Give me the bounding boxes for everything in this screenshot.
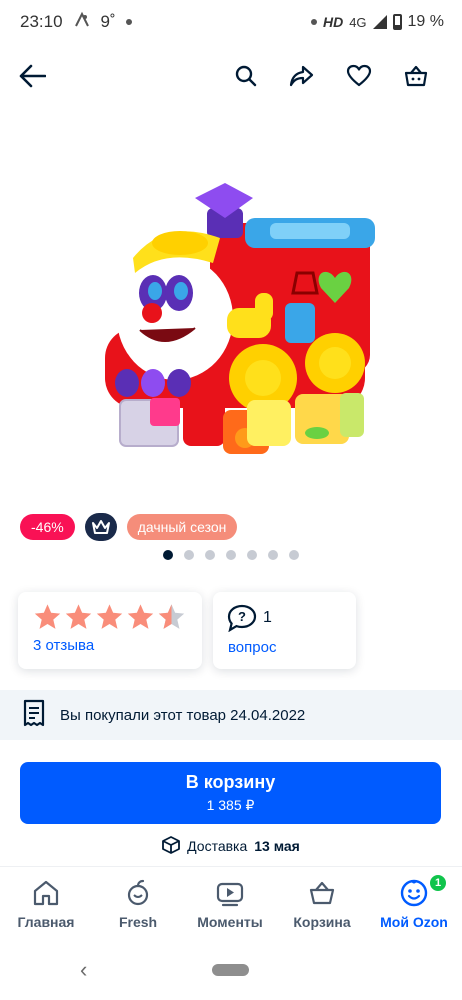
tab-label: Fresh [118,914,158,930]
delivery-date: 13 мая [254,838,300,854]
season-badge[interactable]: дачный сезон [126,514,238,540]
badges-row: -46% дачный сезон [20,513,238,541]
temperature: 9˚ [100,12,116,31]
top-nav [0,52,462,100]
notification-dot-icon [125,19,132,25]
star-icon [96,604,123,629]
tab-moments[interactable]: Моменты [190,877,270,930]
box-icon [162,835,181,857]
system-navigation-bar: ‹ [0,952,462,1000]
carousel-dot[interactable] [205,550,215,560]
share-icon[interactable] [286,60,318,92]
delivery-info[interactable]: Доставка 13 мая [0,834,462,858]
smile-icon [398,877,430,909]
svg-text:?: ? [238,609,246,624]
tab-label: Главная [17,914,75,930]
tab-home[interactable]: Главная [6,877,86,930]
notification-dot-icon [310,19,317,25]
star-half-icon [158,604,185,629]
tab-cart[interactable]: Корзина [282,877,362,930]
delivery-prefix: Доставка [187,838,248,854]
price: 1 385 ₽ [206,797,255,813]
questions-link[interactable]: вопрос [228,639,276,656]
system-home-pill[interactable] [212,964,249,976]
network-type: 4G [349,14,367,30]
home-icon [30,877,62,909]
notification-badge: 1 [428,873,448,893]
rating-stars [33,602,186,632]
add-to-cart-label: В корзину [185,772,276,792]
product-image[interactable] [95,178,375,468]
purchase-notice[interactable]: Вы покупали этот товар 24.04.2022 [0,690,462,740]
basket-icon [306,877,338,909]
carousel-dot-active[interactable] [163,550,173,560]
battery-level: 19 % [407,13,444,30]
battery-icon [392,14,402,30]
question-bubble-icon: ? [227,604,257,637]
star-icon [34,604,61,629]
tab-my-ozon[interactable]: 1 Мой Ozon [374,873,454,930]
fresh-icon [122,877,154,909]
tab-label: Корзина [293,914,351,930]
rating-card[interactable]: 3 отзыва [18,592,202,669]
status-bar: 23:10 9˚ HD 4G 19 % [0,0,462,44]
arrow-left-icon[interactable] [16,60,48,92]
system-back-icon[interactable]: ‹ [80,959,100,981]
add-to-cart-button[interactable]: В корзину 1 385 ₽ [20,762,441,824]
tab-label: Моменты [197,914,263,930]
discount-badge: -46% [20,514,75,540]
signal-icon [372,15,387,29]
star-icon [127,604,154,629]
tab-label: Мой Ozon [380,914,448,930]
image-carousel-dots[interactable] [0,550,462,560]
carousel-dot[interactable] [226,550,236,560]
star-icon [65,604,92,629]
questions-count: 1 [263,609,272,626]
tab-fresh[interactable]: Fresh [98,877,178,930]
moments-icon [214,877,246,909]
status-left: 23:10 9˚ [20,11,132,34]
status-right: HD 4G 19 % [310,13,444,31]
hd-indicator: HD [322,14,344,30]
clock: 23:10 [20,12,63,31]
cart-icon[interactable] [400,60,432,92]
carousel-dot[interactable] [184,550,194,560]
bottom-tab-bar: Главная Fresh Моменты Корзина 1 Мой Ozon [0,866,462,944]
carousel-dot[interactable] [289,550,299,560]
carousel-dot[interactable] [268,550,278,560]
receipt-icon [22,699,46,731]
carousel-dot[interactable] [247,550,257,560]
questions-card[interactable]: ? 1 вопрос [213,592,356,669]
search-icon[interactable] [230,60,262,92]
crown-icon[interactable] [84,513,117,541]
reviews-link[interactable]: 3 отзыва [33,637,94,654]
weather-icon [73,11,91,34]
purchase-notice-text: Вы покупали этот товар 24.04.2022 [60,706,306,724]
heart-icon[interactable] [343,60,375,92]
